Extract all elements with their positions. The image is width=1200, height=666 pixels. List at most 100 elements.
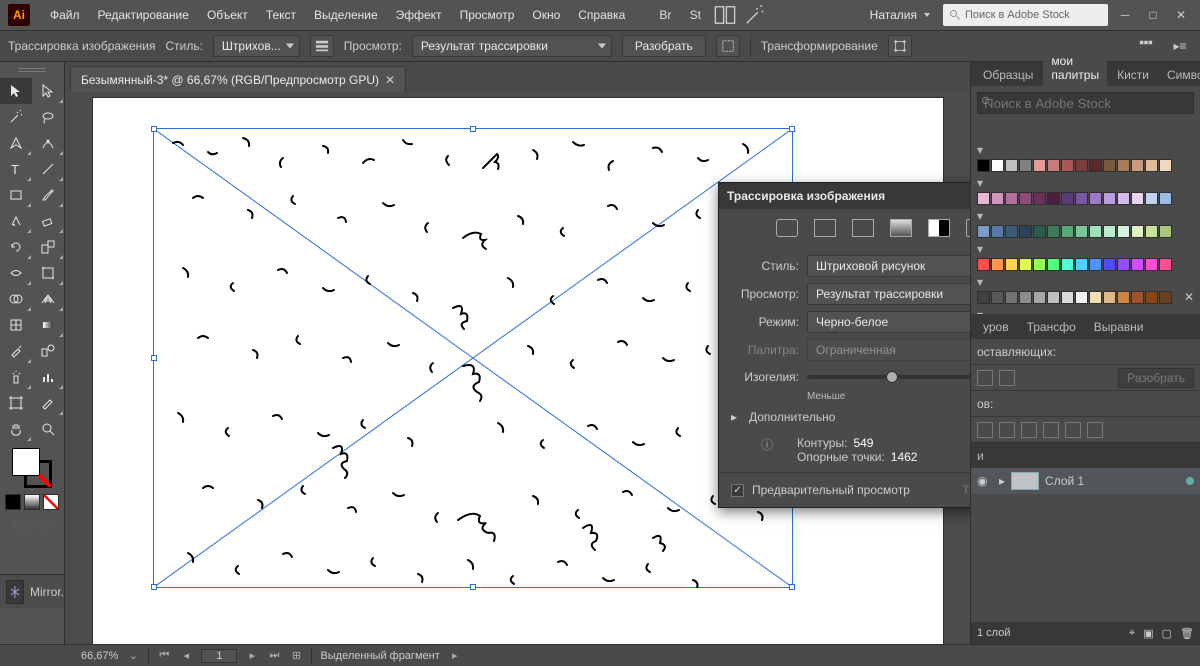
- close-tab-icon[interactable]: ✕: [385, 73, 395, 87]
- swatch[interactable]: [1075, 192, 1088, 205]
- selection-tool[interactable]: [0, 78, 32, 104]
- artboard-index[interactable]: 1: [201, 649, 237, 663]
- panel-options-icon[interactable]: ▸≡: [1168, 35, 1192, 57]
- magic-wand-tool[interactable]: [0, 104, 32, 130]
- swatch[interactable]: [1019, 258, 1032, 271]
- eraser-tool[interactable]: [32, 208, 64, 234]
- menu-view[interactable]: Просмотр: [452, 4, 523, 26]
- swatch[interactable]: [977, 159, 990, 172]
- layer-visibility-icon[interactable]: ◉: [977, 474, 993, 488]
- swatch[interactable]: [1103, 291, 1116, 304]
- new-layer-icon[interactable]: ▢: [1162, 627, 1172, 640]
- stock-icon[interactable]: St: [684, 5, 706, 25]
- swatch[interactable]: [1103, 192, 1116, 205]
- swatch[interactable]: [1117, 258, 1130, 271]
- swatch[interactable]: [1047, 192, 1060, 205]
- swatch[interactable]: [1019, 291, 1032, 304]
- swatch[interactable]: [1117, 291, 1130, 304]
- layer-target-icon[interactable]: [1186, 477, 1194, 485]
- swatch[interactable]: [1159, 258, 1172, 271]
- perspective-grid-tool[interactable]: [32, 286, 64, 312]
- gradient-tool[interactable]: [32, 312, 64, 338]
- layers-tab[interactable]: и: [977, 449, 984, 463]
- view-dropdown[interactable]: Результат трассировки: [412, 35, 612, 57]
- swatch[interactable]: [991, 159, 1004, 172]
- fill-swatch[interactable]: [12, 448, 40, 476]
- swatch[interactable]: [1089, 291, 1102, 304]
- document-tab[interactable]: Безымянный-3* @ 66,67% (RGB/Предпросмотр…: [70, 66, 406, 92]
- trace-threshold-slider[interactable]: [807, 375, 977, 379]
- expand-option1-icon[interactable]: [977, 370, 993, 386]
- paintbrush-tool[interactable]: [32, 182, 64, 208]
- swatch-search[interactable]: [977, 92, 1194, 129]
- toolbox-grip[interactable]: [0, 62, 64, 78]
- swatch[interactable]: [1005, 192, 1018, 205]
- user-menu[interactable]: Наталия: [860, 8, 941, 22]
- zoom-dropdown-icon[interactable]: ⌄: [126, 649, 140, 663]
- swatch[interactable]: [1159, 192, 1172, 205]
- swatch[interactable]: [1103, 258, 1116, 271]
- swatch-group-toggle[interactable]: ▾: [977, 242, 1194, 256]
- rotate-tool[interactable]: [0, 234, 32, 260]
- hand-tool[interactable]: [0, 416, 32, 442]
- advanced-disclosure-icon[interactable]: ▸: [731, 410, 741, 424]
- swatch[interactable]: [1061, 192, 1074, 205]
- pathfinder-6-icon[interactable]: [1087, 422, 1103, 438]
- swatch[interactable]: [1089, 225, 1102, 238]
- panel-layout-icon[interactable]: [1134, 35, 1158, 57]
- last-artboard-icon[interactable]: ⏭: [267, 649, 281, 663]
- swatch[interactable]: [1019, 159, 1032, 172]
- prev-artboard-icon[interactable]: ◂: [179, 649, 193, 663]
- draw-behind-icon[interactable]: [34, 518, 54, 534]
- swatch[interactable]: [1145, 225, 1158, 238]
- arrange-docs-icon[interactable]: [714, 5, 736, 25]
- swatch[interactable]: [1075, 291, 1088, 304]
- layer-expand-icon[interactable]: ▸: [999, 474, 1005, 488]
- layer-row[interactable]: ◉ ▸ Слой 1: [971, 468, 1200, 494]
- direct-selection-tool[interactable]: [32, 78, 64, 104]
- expand-button[interactable]: Разобрать: [622, 35, 706, 57]
- swatch[interactable]: [1033, 159, 1046, 172]
- swatch[interactable]: [977, 291, 990, 304]
- window-maximize-icon[interactable]: □: [1142, 4, 1164, 26]
- swatch[interactable]: [1075, 258, 1088, 271]
- swatch[interactable]: [977, 225, 990, 238]
- shaper-tool[interactable]: [0, 208, 32, 234]
- zoom-tool[interactable]: [32, 416, 64, 442]
- swatch-group-toggle[interactable]: ▾: [977, 176, 1194, 190]
- pathfinder-4-icon[interactable]: [1043, 422, 1059, 438]
- tab-brushes[interactable]: Кисти: [1109, 64, 1157, 86]
- swatch[interactable]: [1047, 258, 1060, 271]
- swatch[interactable]: [1131, 225, 1144, 238]
- preset-gray-icon[interactable]: [890, 219, 912, 237]
- swatch[interactable]: [1019, 225, 1032, 238]
- locate-layer-icon[interactable]: ⌖: [1129, 627, 1135, 640]
- trace-panel-toggle-icon[interactable]: [310, 35, 334, 57]
- swatch[interactable]: [1019, 192, 1032, 205]
- symbol-sprayer-tool[interactable]: [0, 364, 32, 390]
- window-close-icon[interactable]: ✕: [1170, 4, 1192, 26]
- swatch[interactable]: [1145, 291, 1158, 304]
- swatch[interactable]: [1089, 192, 1102, 205]
- menu-type[interactable]: Текст: [258, 4, 304, 26]
- curvature-tool[interactable]: [32, 130, 64, 156]
- swatch[interactable]: [1075, 159, 1088, 172]
- swatch[interactable]: [1047, 159, 1060, 172]
- swatch-search-input[interactable]: [977, 92, 1194, 114]
- none-mode-chip[interactable]: [43, 494, 59, 510]
- first-artboard-icon[interactable]: ⏮: [157, 649, 171, 663]
- swatch[interactable]: [977, 258, 990, 271]
- swatch[interactable]: [1089, 258, 1102, 271]
- artboard-nav-icon[interactable]: ⊞: [289, 649, 303, 663]
- column-graph-tool[interactable]: [32, 364, 64, 390]
- swatch[interactable]: [1033, 291, 1046, 304]
- swatch[interactable]: [1103, 159, 1116, 172]
- color-mode-chip[interactable]: [5, 494, 21, 510]
- preset-lowcolor-icon[interactable]: [852, 219, 874, 237]
- tab-contours[interactable]: уров: [975, 316, 1017, 338]
- slice-tool[interactable]: [32, 390, 64, 416]
- tab-swatches[interactable]: Образцы: [975, 64, 1041, 86]
- pathfinder-1-icon[interactable]: [977, 422, 993, 438]
- menu-select[interactable]: Выделение: [306, 4, 386, 26]
- tab-symbols[interactable]: Символы: [1159, 64, 1200, 86]
